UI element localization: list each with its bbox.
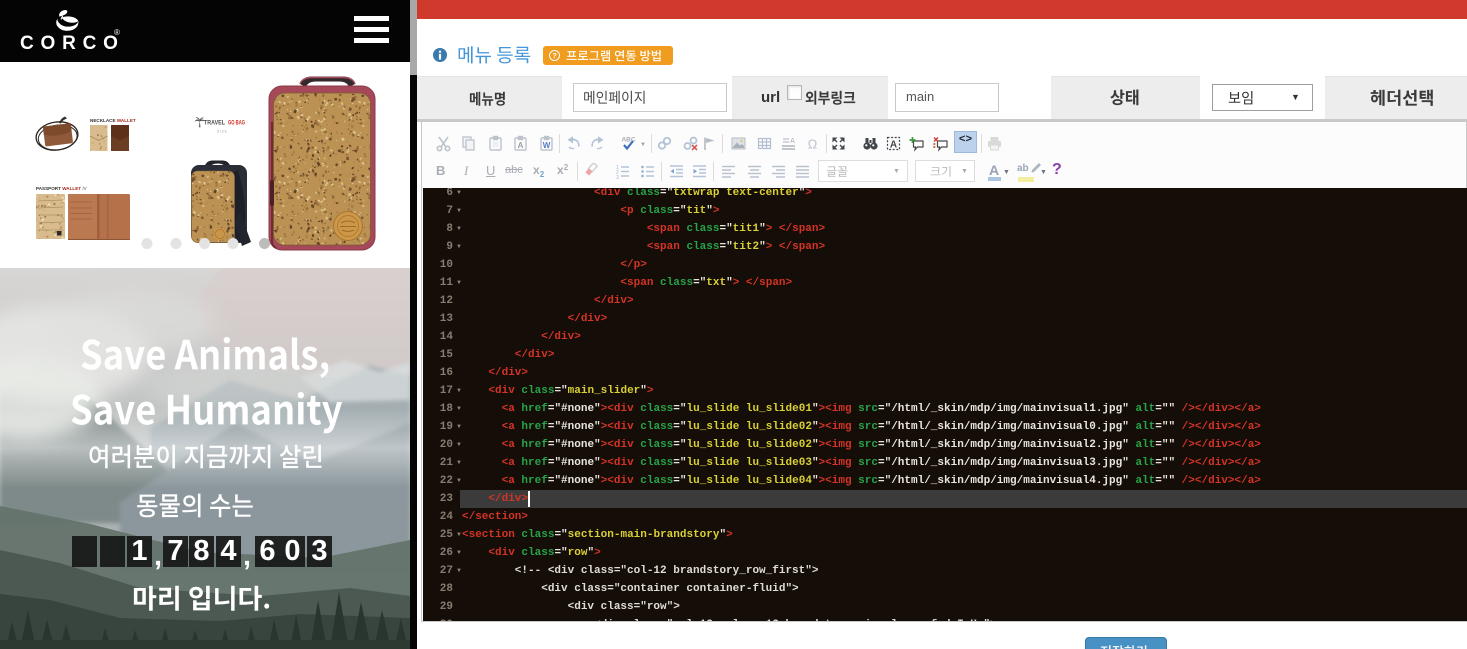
svg-text:S I Z E: S I Z E — [217, 130, 227, 134]
svg-text:ABC: ABC — [621, 137, 635, 144]
svg-text:TRAVEL: TRAVEL — [204, 120, 225, 127]
svg-text:PASSPORT WALLET /V: PASSPORT WALLET /V — [36, 186, 88, 191]
svg-text:A: A — [790, 138, 795, 145]
svg-text:?: ? — [552, 51, 557, 60]
svg-text:Ω: Ω — [808, 137, 818, 152]
svg-text:NECKLACE WALLET: NECKLACE WALLET — [90, 118, 136, 123]
svg-text:W: W — [543, 141, 551, 150]
svg-text:A: A — [518, 141, 524, 150]
svg-text:GO BAG: GO BAG — [228, 120, 245, 127]
svg-text:A: A — [890, 140, 897, 151]
svg-text:3: 3 — [616, 175, 619, 180]
